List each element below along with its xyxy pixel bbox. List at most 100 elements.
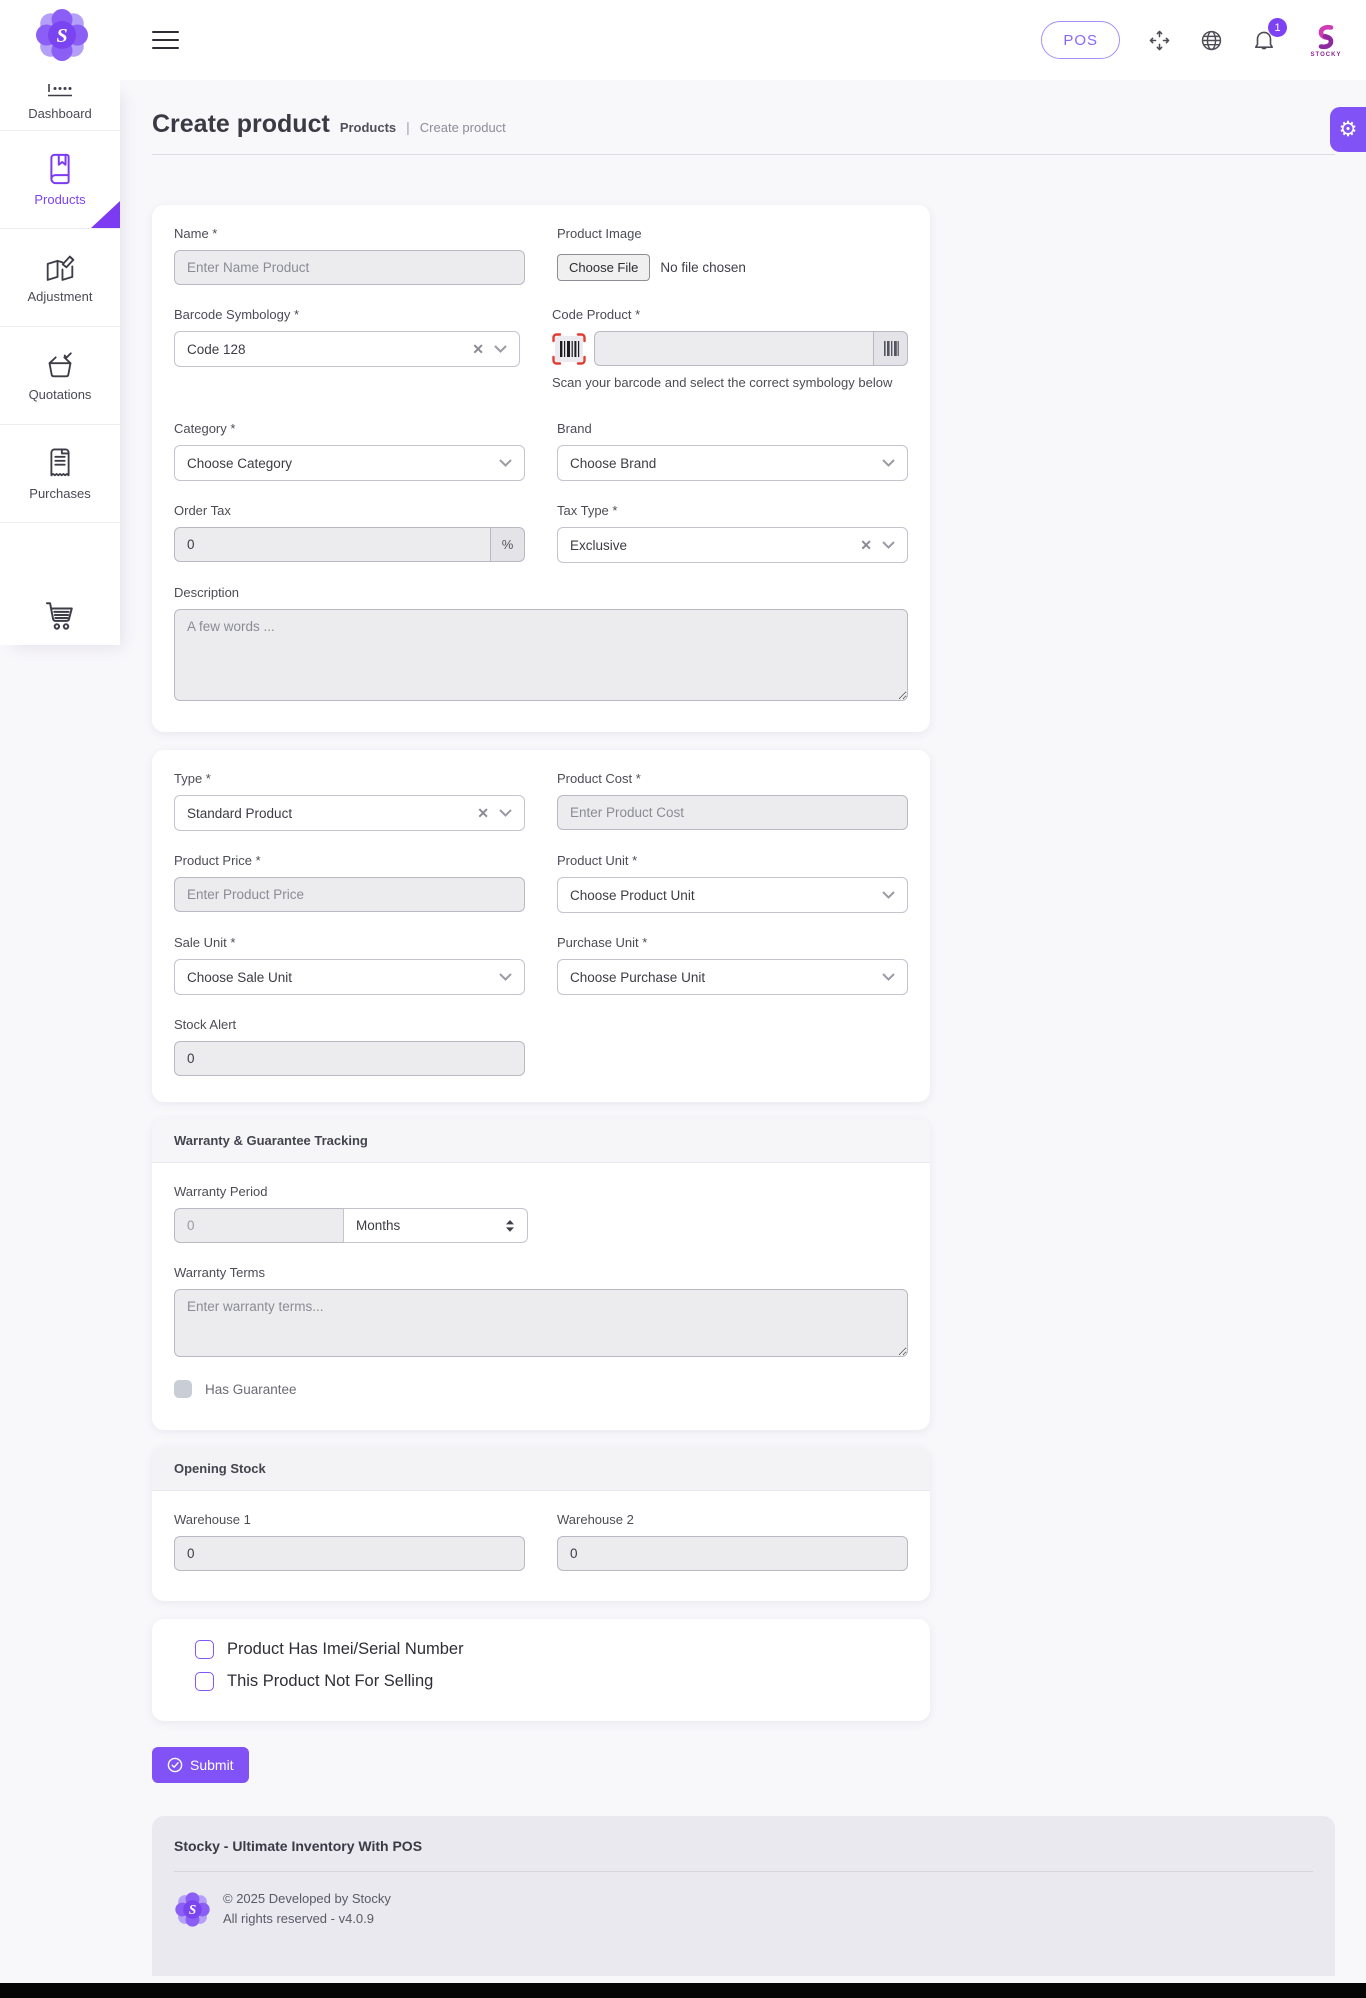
menu-toggle-icon[interactable] xyxy=(152,31,179,55)
product-cost-input[interactable] xyxy=(557,795,908,831)
product-price-label: Product Price * xyxy=(174,853,261,869)
warehouse2-input[interactable] xyxy=(557,1536,908,1572)
purchase-unit-label: Purchase Unit * xyxy=(557,935,648,951)
has-guarantee-checkbox[interactable] xyxy=(174,1380,192,1399)
barcode-symbology-field: Barcode Symbology * Code 128 ✕ xyxy=(174,307,520,393)
header-divider xyxy=(152,154,1335,155)
stock-alert-field: Stock Alert xyxy=(174,1017,525,1077)
product-cost-label: Product Cost * xyxy=(557,771,641,787)
not-for-selling-checkbox[interactable] xyxy=(195,1672,214,1692)
dashboard-icon xyxy=(48,84,72,97)
imei-label: Product Has Imei/Serial Number xyxy=(227,1640,464,1659)
name-input[interactable] xyxy=(174,250,525,285)
warehouse1-input[interactable] xyxy=(174,1536,525,1572)
imei-row[interactable]: Product Has Imei/Serial Number xyxy=(195,1640,908,1660)
product-cost-field: Product Cost * xyxy=(557,771,908,831)
svg-text:S: S xyxy=(189,1902,196,1917)
language-globe-icon[interactable] xyxy=(1199,28,1224,53)
product-price-input[interactable] xyxy=(174,877,525,913)
cart-icon xyxy=(45,602,73,630)
page-footer: Stocky - Ultimate Inventory With POS S ©… xyxy=(152,1816,1335,1977)
brand-field: Brand Choose Brand xyxy=(557,421,908,482)
purchase-unit-field: Purchase Unit * Choose Purchase Unit xyxy=(557,935,908,996)
main-content: Create product Products | Create product… xyxy=(120,80,1366,1977)
clear-icon[interactable]: ✕ xyxy=(477,805,489,822)
brand-select[interactable]: Choose Brand xyxy=(557,445,908,482)
bottom-black-bar xyxy=(0,1983,1366,1998)
code-product-input[interactable] xyxy=(594,331,874,366)
footer-divider xyxy=(174,1871,1313,1873)
sidebar-item-adjustment[interactable]: Adjustment xyxy=(0,228,120,326)
submit-button[interactable]: Submit xyxy=(152,1747,249,1784)
book-icon xyxy=(50,153,70,184)
barcode-symbology-select[interactable]: Code 128 ✕ xyxy=(174,331,520,367)
purchase-unit-select[interactable]: Choose Purchase Unit xyxy=(557,959,908,996)
tax-type-select[interactable]: Exclusive ✕ xyxy=(557,527,908,564)
description-textarea[interactable] xyxy=(174,609,908,702)
sale-unit-field: Sale Unit * Choose Sale Unit xyxy=(174,935,525,996)
chevron-down-icon xyxy=(882,891,895,900)
imei-checkbox[interactable] xyxy=(195,1640,214,1660)
warranty-terms-textarea[interactable] xyxy=(174,1289,908,1358)
type-select[interactable]: Standard Product ✕ xyxy=(174,795,525,832)
warranty-card-title: Warranty & Guarantee Tracking xyxy=(152,1119,930,1164)
sidebar-item-quotations[interactable]: Quotations xyxy=(0,326,120,424)
chevron-down-icon xyxy=(499,459,512,468)
product-unit-field: Product Unit * Choose Product Unit xyxy=(557,853,908,914)
type-label: Type * xyxy=(174,771,211,787)
footer-logo: S xyxy=(175,1892,210,1927)
product-unit-label: Product Unit * xyxy=(557,853,638,869)
settings-gear-button[interactable]: ⚙ xyxy=(1330,107,1366,152)
clear-icon[interactable]: ✕ xyxy=(472,341,484,358)
opening-stock-card: Opening Stock Warehouse 1 Warehouse 2 xyxy=(152,1447,930,1602)
chevron-down-icon xyxy=(494,345,507,353)
fullscreen-icon[interactable] xyxy=(1147,28,1172,53)
sidebar-item-label: Dashboard xyxy=(28,106,92,121)
sale-unit-select[interactable]: Choose Sale Unit xyxy=(174,959,525,996)
brand-caption: STOCKY xyxy=(1310,51,1342,58)
sidebar-item-sales[interactable] xyxy=(0,522,120,645)
logo-letter: S xyxy=(56,25,67,47)
chevron-down-icon xyxy=(882,973,895,982)
not-for-selling-row[interactable]: This Product Not For Selling xyxy=(195,1672,908,1692)
chevron-down-icon xyxy=(882,541,895,550)
sidebar-item-products[interactable]: Products xyxy=(0,130,120,228)
tax-type-field: Tax Type * Exclusive ✕ xyxy=(557,503,908,564)
product-unit-select[interactable]: Choose Product Unit xyxy=(557,877,908,914)
sidebar-item-label: Products xyxy=(34,191,86,207)
warranty-period-input[interactable] xyxy=(174,1208,344,1244)
product-flags-card: Product Has Imei/Serial Number This Prod… xyxy=(152,1619,930,1722)
choose-file-button[interactable]: Choose File xyxy=(557,254,651,281)
notifications-bell-icon[interactable]: 1 xyxy=(1251,18,1287,53)
file-chosen-status: No file chosen xyxy=(660,260,746,275)
notification-count-badge: 1 xyxy=(1268,18,1287,37)
barcode-symbology-label: Barcode Symbology * xyxy=(174,307,300,322)
sidebar-item-dashboard[interactable]: Dashboard xyxy=(0,80,120,130)
product-image-label: Product Image xyxy=(557,226,642,241)
breadcrumb-products[interactable]: Products xyxy=(340,120,396,135)
category-select[interactable]: Choose Category xyxy=(174,445,525,482)
sidebar-item-purchases[interactable]: Purchases xyxy=(0,424,120,522)
barcode-scanner-icon[interactable] xyxy=(552,332,586,365)
product-image-field: Product Image Choose File No file chosen xyxy=(557,226,908,285)
type-field: Type * Standard Product ✕ xyxy=(174,771,525,832)
stocky-brand-logo[interactable]: STOCKY xyxy=(1304,23,1348,58)
order-tax-input[interactable] xyxy=(174,527,491,563)
page-title: Create product xyxy=(152,110,330,138)
stocky-flower-logo[interactable]: S xyxy=(34,7,90,63)
stock-alert-input[interactable] xyxy=(174,1041,525,1077)
code-product-label: Code Product * xyxy=(552,307,641,322)
receipt-icon xyxy=(50,448,70,476)
description-field: Description xyxy=(174,585,908,706)
pricing-card: Type * Standard Product ✕ Product Cost *… xyxy=(152,750,930,1103)
description-label: Description xyxy=(174,585,240,601)
has-guarantee-row[interactable]: Has Guarantee xyxy=(174,1380,908,1399)
order-tax-label: Order Tax xyxy=(174,503,231,519)
opening-stock-title: Opening Stock xyxy=(152,1447,930,1492)
category-field: Category * Choose Category xyxy=(174,421,525,482)
generate-barcode-addon[interactable] xyxy=(874,331,908,366)
clear-icon[interactable]: ✕ xyxy=(860,537,872,554)
warranty-unit-select[interactable]: Months xyxy=(343,1208,528,1244)
percent-addon: % xyxy=(491,527,525,563)
pos-button[interactable]: POS xyxy=(1041,21,1120,59)
